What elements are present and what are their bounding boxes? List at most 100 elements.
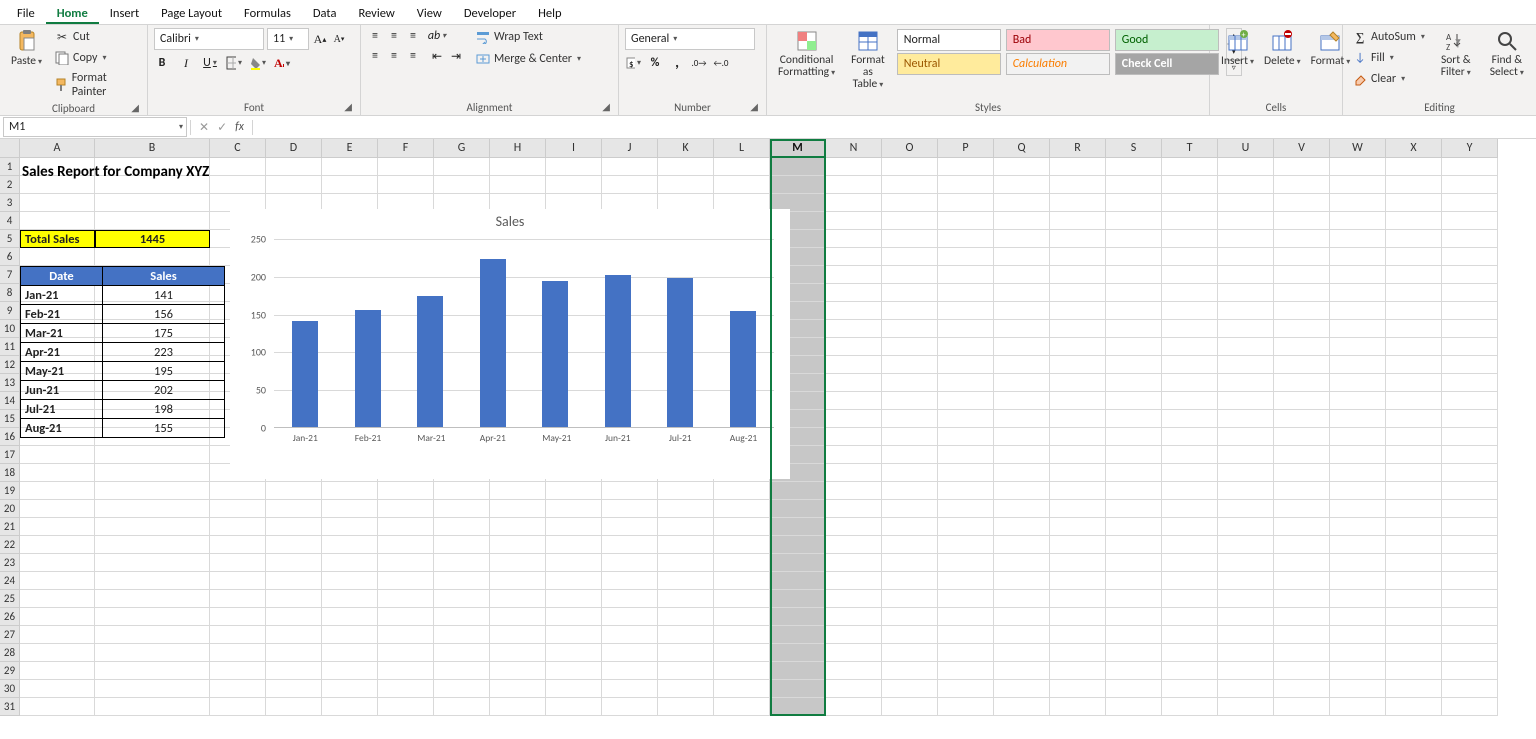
cell-V8[interactable] (1274, 284, 1330, 302)
row-header-17[interactable]: 17 (0, 446, 20, 464)
cell-P13[interactable] (938, 374, 994, 392)
menu-developer[interactable]: Developer (453, 3, 527, 24)
cell-G1[interactable] (434, 158, 490, 176)
cell-E21[interactable] (322, 518, 378, 536)
cell-K20[interactable] (658, 500, 714, 518)
cell-L28[interactable] (714, 644, 770, 662)
cell-Y25[interactable] (1442, 590, 1498, 608)
cell-B3[interactable] (95, 194, 210, 212)
align-middle-icon[interactable]: ≡ (386, 28, 402, 44)
chart-bar[interactable] (417, 296, 443, 428)
cell-R16[interactable] (1050, 428, 1106, 446)
cell-D23[interactable] (266, 554, 322, 572)
cell-X14[interactable] (1386, 392, 1442, 410)
cell-W7[interactable] (1330, 266, 1386, 284)
cell-O28[interactable] (882, 644, 938, 662)
cell-U15[interactable] (1218, 410, 1274, 428)
cell-O2[interactable] (882, 176, 938, 194)
cell-B6[interactable] (95, 248, 210, 266)
cell-Q14[interactable] (994, 392, 1050, 410)
clear-button[interactable]: Clear (1349, 70, 1428, 88)
cell-Y19[interactable] (1442, 482, 1498, 500)
col-header-I[interactable]: I (546, 139, 602, 158)
cell-E19[interactable] (322, 482, 378, 500)
cell-T2[interactable] (1162, 176, 1218, 194)
col-header-A[interactable]: A (20, 139, 95, 158)
cell-O20[interactable] (882, 500, 938, 518)
cell-N1[interactable] (826, 158, 882, 176)
cell-Q24[interactable] (994, 572, 1050, 590)
cell-N11[interactable] (826, 338, 882, 356)
cell-Q21[interactable] (994, 518, 1050, 536)
cell-U6[interactable] (1218, 248, 1274, 266)
cell-S10[interactable] (1106, 320, 1162, 338)
row-header-3[interactable]: 3 (0, 194, 20, 212)
cell-T25[interactable] (1162, 590, 1218, 608)
cell-J23[interactable] (602, 554, 658, 572)
find-select-button[interactable]: Find & Select (1484, 28, 1530, 80)
cell-R29[interactable] (1050, 662, 1106, 680)
cell-E30[interactable] (322, 680, 378, 698)
cell-O29[interactable] (882, 662, 938, 680)
cell-R13[interactable] (1050, 374, 1106, 392)
row-header-7[interactable]: 7 (0, 266, 20, 284)
cell-B19[interactable] (95, 482, 210, 500)
cell-O4[interactable] (882, 212, 938, 230)
accounting-format-icon[interactable]: $ (625, 55, 641, 71)
cell-N29[interactable] (826, 662, 882, 680)
cell-Y29[interactable] (1442, 662, 1498, 680)
cell-T28[interactable] (1162, 644, 1218, 662)
cell-W11[interactable] (1330, 338, 1386, 356)
cell-R12[interactable] (1050, 356, 1106, 374)
cell-A27[interactable] (20, 626, 95, 644)
orientation-button[interactable]: ab (429, 28, 445, 44)
row-header-31[interactable]: 31 (0, 698, 20, 716)
cell-V7[interactable] (1274, 266, 1330, 284)
row-header-30[interactable]: 30 (0, 680, 20, 698)
cell-R14[interactable] (1050, 392, 1106, 410)
cell-A19[interactable] (20, 482, 95, 500)
cell-V24[interactable] (1274, 572, 1330, 590)
cell-L26[interactable] (714, 608, 770, 626)
cell-X19[interactable] (1386, 482, 1442, 500)
cell-D20[interactable] (266, 500, 322, 518)
row-header-21[interactable]: 21 (0, 518, 20, 536)
cell-H27[interactable] (490, 626, 546, 644)
cell-L21[interactable] (714, 518, 770, 536)
cell-P10[interactable] (938, 320, 994, 338)
cell-V19[interactable] (1274, 482, 1330, 500)
cell-R4[interactable] (1050, 212, 1106, 230)
cell-P25[interactable] (938, 590, 994, 608)
cell-S1[interactable] (1106, 158, 1162, 176)
cell-M24[interactable] (770, 572, 826, 590)
chart-bar[interactable] (542, 281, 568, 428)
cell-N7[interactable] (826, 266, 882, 284)
cell-B21[interactable] (95, 518, 210, 536)
cell-C23[interactable] (210, 554, 266, 572)
cell-Q7[interactable] (994, 266, 1050, 284)
cell-A31[interactable] (20, 698, 95, 716)
cell-O23[interactable] (882, 554, 938, 572)
cell-V4[interactable] (1274, 212, 1330, 230)
cell-C28[interactable] (210, 644, 266, 662)
cell-B24[interactable] (95, 572, 210, 590)
cell-W23[interactable] (1330, 554, 1386, 572)
cell-T4[interactable] (1162, 212, 1218, 230)
cell-T24[interactable] (1162, 572, 1218, 590)
col-header-D[interactable]: D (266, 139, 322, 158)
cell-R5[interactable] (1050, 230, 1106, 248)
cell-U1[interactable] (1218, 158, 1274, 176)
menu-review[interactable]: Review (347, 3, 405, 24)
decrease-font-icon[interactable]: A▾ (331, 31, 347, 47)
col-header-S[interactable]: S (1106, 139, 1162, 158)
cell-F25[interactable] (378, 590, 434, 608)
cell-G30[interactable] (434, 680, 490, 698)
select-all-corner[interactable] (0, 139, 20, 158)
cell-M30[interactable] (770, 680, 826, 698)
cell-X22[interactable] (1386, 536, 1442, 554)
col-header-M[interactable]: M (770, 139, 826, 158)
cell-F29[interactable] (378, 662, 434, 680)
cell-E27[interactable] (322, 626, 378, 644)
cell-X25[interactable] (1386, 590, 1442, 608)
cell-S20[interactable] (1106, 500, 1162, 518)
